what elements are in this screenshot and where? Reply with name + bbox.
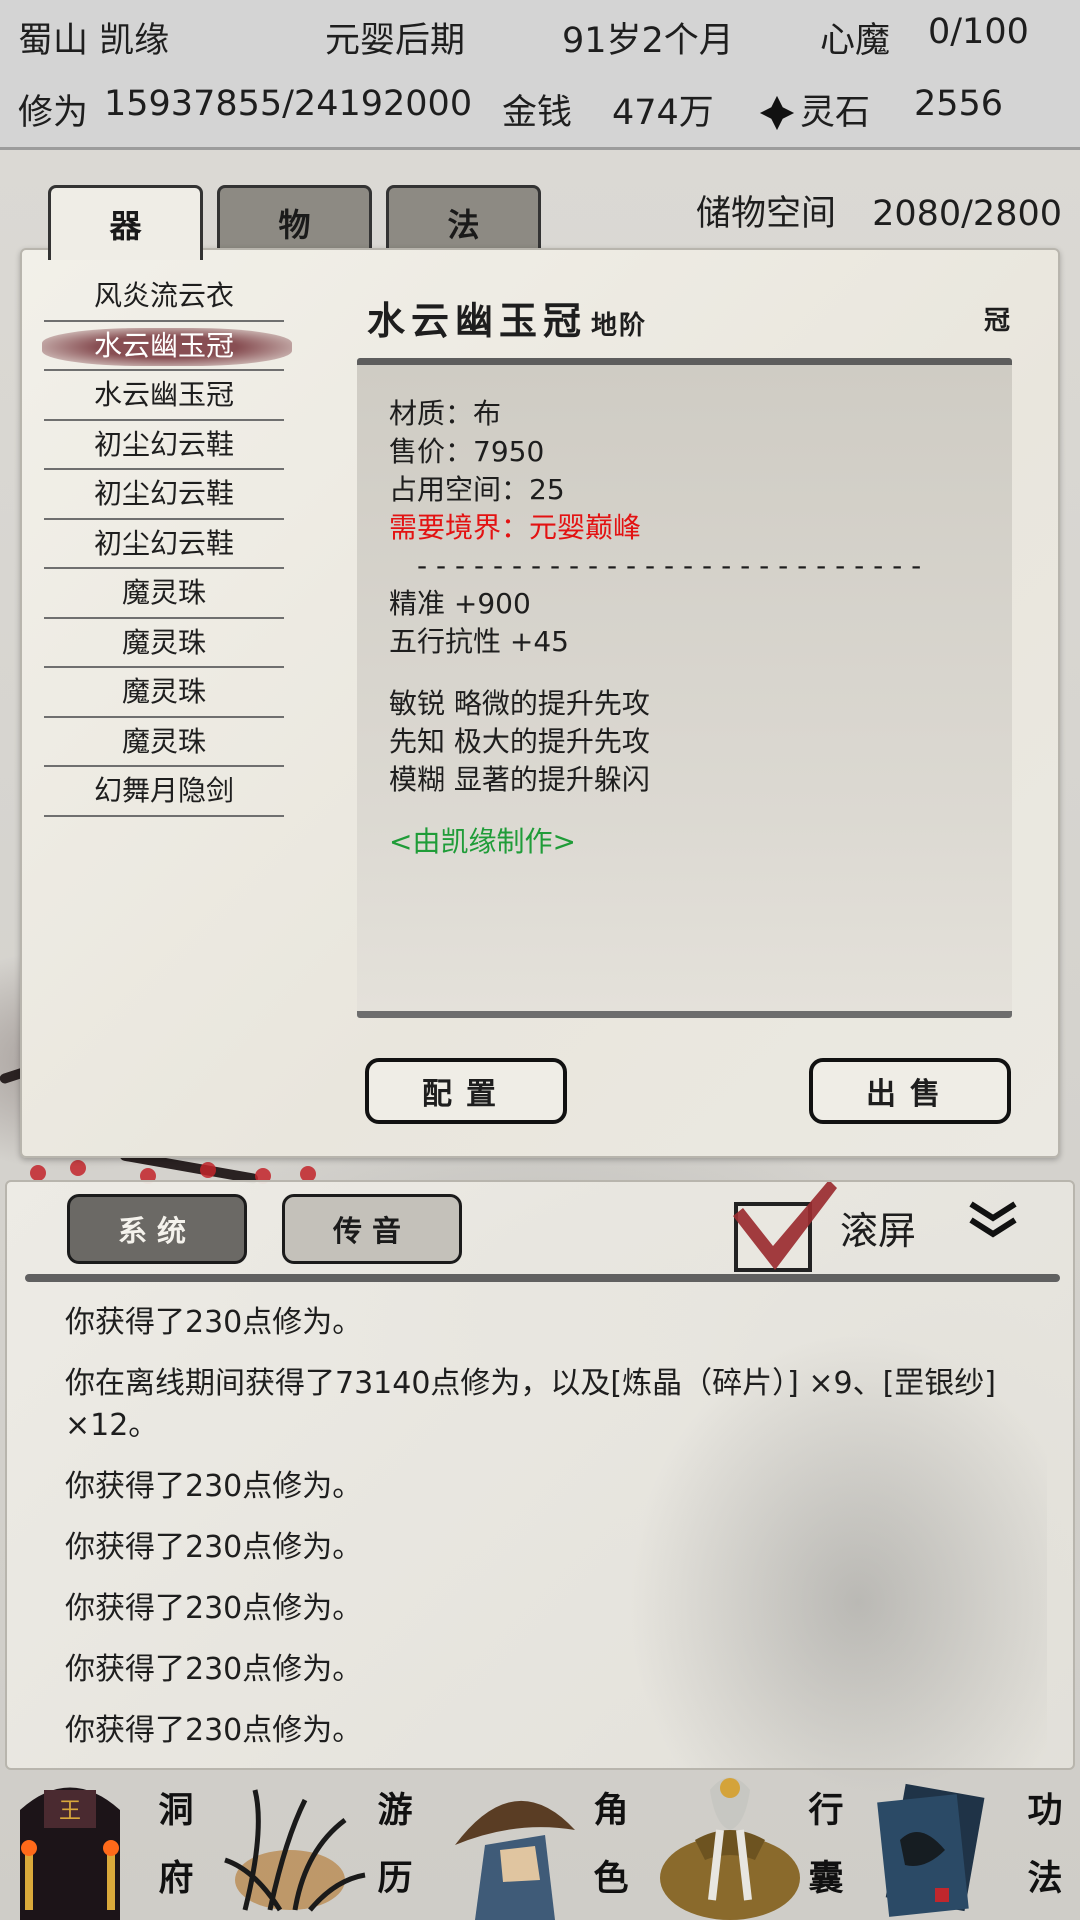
- item-price: 售价：7950: [389, 435, 545, 468]
- list-item-selected[interactable]: 水云幽玉冠: [42, 322, 292, 371]
- tab-message[interactable]: 传音: [282, 1194, 462, 1264]
- status-header: 蜀山 凯缘 元婴后期 91岁2个月 心魔 0/100 修为 15937855/2…: [0, 0, 1080, 150]
- nav-travel[interactable]: 游 历: [215, 1770, 435, 1920]
- tab-system[interactable]: 系统: [67, 1194, 247, 1264]
- stone-label: 灵石: [800, 93, 871, 133]
- item-stat: 五行抗性 +45: [389, 625, 569, 658]
- storage-value: 2080/2800: [872, 194, 1062, 234]
- svg-text:王: 王: [59, 1799, 81, 1824]
- list-item[interactable]: 初尘幻云鞋: [44, 421, 284, 470]
- tab-equipment[interactable]: 器: [48, 185, 203, 260]
- cultivation-label: 修为: [18, 93, 89, 133]
- list-item[interactable]: 魔灵珠: [44, 569, 284, 619]
- nav-cave[interactable]: 王 洞 府: [0, 1770, 200, 1920]
- scripture-book-icon: [877, 1783, 985, 1917]
- item-name-title: 水云幽玉冠 地阶: [367, 298, 648, 343]
- item-stat: 精准 +900: [389, 587, 531, 620]
- message-log-panel: 系统 传音 滚屏 你获得了230点修为。 你在离线期间获得了73140点修为，以…: [5, 1180, 1075, 1770]
- stone-value: 2556: [914, 84, 1004, 124]
- list-item[interactable]: 初尘幻云鞋: [44, 520, 284, 569]
- bottom-nav: 王 洞 府 游 历 角 色 行 囊 功 法: [0, 1770, 1080, 1920]
- item-trait: 敏锐 略微的提升先攻: [389, 687, 650, 720]
- list-item[interactable]: 魔灵珠: [44, 718, 284, 767]
- item-trait: 先知 极大的提升先攻: [389, 725, 650, 758]
- double-chevron-down-icon[interactable]: [967, 1200, 1019, 1240]
- nav-bag[interactable]: 行 囊: [650, 1770, 870, 1920]
- list-item[interactable]: 魔灵珠: [44, 668, 284, 718]
- sell-button[interactable]: 出售: [809, 1058, 1011, 1124]
- money-label: 金钱: [502, 93, 573, 133]
- item-space: 占用空间：25: [389, 473, 565, 506]
- list-item[interactable]: 初尘幻云鞋: [44, 470, 284, 520]
- checkmark-icon: [733, 1182, 837, 1270]
- cave-gate-icon: 王: [20, 1787, 120, 1920]
- auto-scroll-label: 滚屏: [840, 1209, 917, 1253]
- item-trait: 模糊 显著的提升躲闪: [389, 763, 650, 796]
- age-text: 91岁2个月: [562, 21, 734, 61]
- plum-blossom: [30, 1165, 46, 1181]
- item-material: 材质：布: [389, 397, 502, 430]
- plum-blossom: [200, 1162, 216, 1178]
- item-maker: <由凯缘制作>: [389, 825, 576, 858]
- nav-skills[interactable]: 功 法: [875, 1770, 1080, 1920]
- money-value: 474万: [612, 93, 714, 133]
- item-requirement: 需要境界：元婴巅峰: [389, 511, 642, 544]
- realm-text: 元婴后期: [325, 21, 466, 61]
- log-line: 你获得了230点修为。: [65, 1713, 363, 1748]
- list-item[interactable]: 幻舞月隐剑: [44, 767, 284, 817]
- location-name: 蜀山 凯缘: [18, 21, 170, 61]
- item-list: 风炎流云衣 水云幽玉冠 水云幽玉冠 初尘幻云鞋 初尘幻云鞋 初尘幻云鞋 魔灵珠 …: [42, 272, 292, 817]
- inventory-panel: 风炎流云衣 水云幽玉冠 水云幽玉冠 初尘幻云鞋 初尘幻云鞋 初尘幻云鞋 魔灵珠 …: [20, 248, 1060, 1158]
- log-line: 你获得了230点修为。: [65, 1469, 363, 1504]
- divider: - - - - - - - - - - - - - - - - - - - - …: [417, 549, 922, 582]
- spirit-stone-icon: [759, 95, 795, 131]
- list-item[interactable]: 水云幽玉冠: [44, 371, 284, 421]
- equip-button[interactable]: 配置: [365, 1058, 567, 1124]
- log-line: 你在离线期间获得了73140点修为，以及[炼晶（碎片）] ×9、[罡银纱] ×1…: [65, 1366, 997, 1443]
- log-line: 你获得了230点修为。: [65, 1305, 363, 1340]
- nav-character[interactable]: 角 色: [445, 1770, 645, 1920]
- item-slot: 冠: [983, 306, 1010, 336]
- plum-blossom: [70, 1160, 86, 1176]
- demon-value: 0/100: [928, 12, 1029, 52]
- log-line: 你获得了230点修为。: [65, 1591, 363, 1626]
- log-divider: [25, 1274, 1060, 1282]
- list-item[interactable]: 魔灵珠: [44, 619, 284, 668]
- log-lines: 你获得了230点修为。 你在离线期间获得了73140点修为，以及[炼晶（碎片）]…: [65, 1302, 1025, 1768]
- item-grade: 地阶: [591, 311, 648, 341]
- log-line: 你获得了230点修为。: [65, 1652, 363, 1687]
- cultivation-value: 15937855/24192000: [104, 84, 473, 124]
- storage-info: 储物空间 2080/2800: [696, 185, 1062, 236]
- grass-icon: [224, 1789, 366, 1912]
- demon-label: 心魔: [820, 21, 891, 61]
- log-line: 你获得了230点修为。: [65, 1530, 363, 1565]
- straw-hat-figure-icon: [455, 1800, 575, 1920]
- list-item[interactable]: 风炎流云衣: [44, 272, 284, 322]
- item-detail-box: 材质：布 售价：7950 占用空间：25 需要境界：元婴巅峰 - - - - -…: [357, 358, 1012, 1018]
- pouch-icon: [660, 1777, 800, 1920]
- storage-label: 储物空间: [696, 194, 837, 234]
